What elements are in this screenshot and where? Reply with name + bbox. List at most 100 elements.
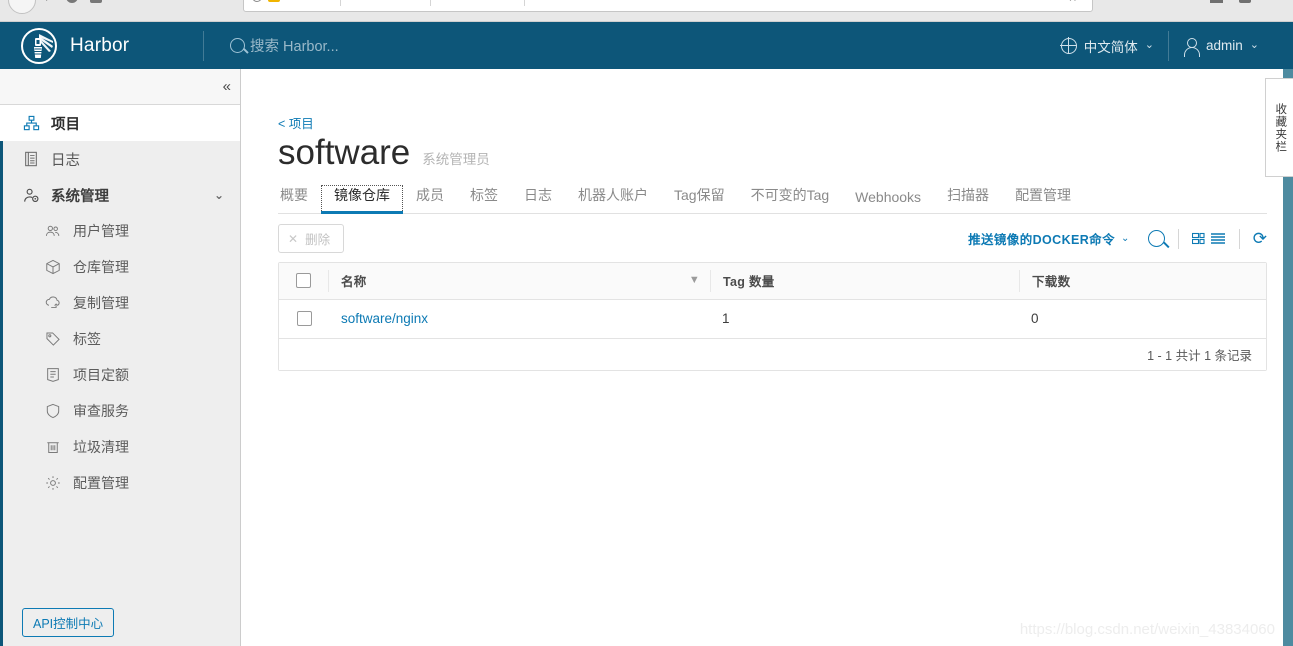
api-console-button[interactable]: API控制中心 (22, 608, 115, 637)
sidebar-item-project-quotas[interactable]: 项目定额 (0, 357, 240, 393)
extension-icon[interactable] (90, 0, 102, 3)
replication-icon (44, 294, 62, 312)
tab-summary[interactable]: 概要 (278, 185, 321, 213)
sidebar-item-garbage-collection[interactable]: 垃圾清理 (0, 429, 240, 465)
sidebar-item-label: 标签 (73, 331, 101, 347)
sidebar-item-labels[interactable]: 标签 (0, 321, 240, 357)
nav-divider (203, 30, 204, 61)
sidebar-item-label: 仓库管理 (73, 259, 129, 275)
delete-button[interactable]: ✕ 删除 (278, 224, 345, 253)
profile-icon[interactable] (66, 0, 78, 3)
language-label: 中文简体 (1083, 39, 1138, 55)
user-icon (1183, 37, 1200, 57)
tab-robot-accounts[interactable]: 机器人账户 (565, 185, 661, 213)
star-icon[interactable]: ☆ (1067, 0, 1078, 3)
shield-icon (44, 402, 62, 420)
account-label: admin (1206, 38, 1243, 53)
project-title-row: software 系统管理员 (278, 133, 1267, 173)
registry-icon (44, 258, 62, 276)
page-title: software (278, 133, 411, 172)
row-checkbox[interactable] (296, 311, 312, 326)
tab-immutable-tag[interactable]: 不可变的Tag (738, 185, 843, 213)
tab-logs[interactable]: 日志 (511, 185, 565, 213)
repository-toolbar: ✕ 删除 推送镜像的DOCKER命令 ⌄ ⟳ (278, 216, 1267, 262)
list-view-icon (1210, 233, 1225, 244)
browser-back-button[interactable] (8, 0, 36, 14)
table-pagination: 1 - 1 共计 1 条记录 (279, 338, 1266, 370)
tab-scanner[interactable]: 扫描器 (934, 185, 1002, 213)
admin-user-icon (22, 186, 40, 204)
column-header-label: Tag 数量 (723, 275, 775, 289)
account-menu[interactable]: admin ⌄ (1169, 37, 1273, 57)
sidebar-item-label: 日志 (51, 152, 80, 169)
tab-labels[interactable]: 标签 (457, 185, 511, 213)
sidebar-item-label: 垃圾清理 (73, 439, 129, 455)
tab-tag-retention[interactable]: Tag保留 (661, 185, 738, 213)
column-header-name[interactable]: 名称 ▼ (329, 271, 710, 290)
table-row[interactable]: software/nginx 1 0 (279, 300, 1266, 339)
warning-icon[interactable] (268, 0, 280, 2)
tab-members[interactable]: 成员 (403, 185, 457, 213)
cell-repository-name: software/nginx (329, 311, 710, 326)
column-header-downloads[interactable]: 下载数 (1019, 269, 1266, 292)
view-toggle[interactable] (1191, 231, 1226, 246)
sidebar-item-projects[interactable]: 项目 (0, 105, 240, 141)
tab-configuration[interactable]: 配置管理 (1002, 185, 1084, 213)
gear-icon (44, 474, 62, 492)
watermark: https://blog.csdn.net/weixin_43834060 (1019, 621, 1275, 638)
column-header-tag-count[interactable]: Tag 数量 (710, 269, 1019, 292)
chevron-down-icon[interactable]: ⌄ (1044, 0, 1052, 1)
repository-link[interactable]: software/nginx (341, 311, 428, 326)
browser-chrome: ‹ ⌄ ☆ (0, 0, 1293, 22)
sidebar-collapse-bar: « (0, 69, 240, 105)
column-header-label: 下载数 (1032, 275, 1071, 289)
search-icon[interactable] (1147, 230, 1165, 247)
quota-icon (44, 366, 62, 384)
sidebar-item-logs[interactable]: 日志 (0, 141, 240, 177)
close-x-icon: ✕ (288, 231, 299, 246)
back-arrow-icon[interactable]: ‹ (17, 0, 21, 4)
sidebar-item-configuration[interactable]: 配置管理 (0, 465, 240, 501)
sidebar-item-user-management[interactable]: 用户管理 (0, 213, 240, 249)
browser-url-bar[interactable]: ⌄ ☆ (243, 0, 1093, 12)
sidebar-item-registry-management[interactable]: 仓库管理 (0, 249, 240, 285)
breadcrumb[interactable]: < 项目 (278, 113, 1267, 132)
delete-button-label: 删除 (305, 233, 331, 247)
search-input[interactable]: 搜索 Harbor... (250, 35, 339, 56)
browser-side-tab[interactable]: 收藏夹栏 (1265, 78, 1293, 177)
refresh-icon[interactable]: ⟳ (1253, 230, 1267, 247)
select-all-checkbox[interactable] (296, 273, 311, 288)
brand-home-link[interactable]: Harbor (0, 22, 203, 69)
sidebar-item-replication-management[interactable]: 复制管理 (0, 285, 240, 321)
language-selector[interactable]: 中文简体 ⌄ (1047, 36, 1168, 56)
sidebar-item-administration[interactable]: 系统管理 ⌄ (0, 177, 240, 213)
toolbar-actions: 推送镜像的DOCKER命令 ⌄ ⟳ (968, 228, 1267, 249)
sidebar-item-label: 审查服务 (73, 403, 129, 419)
push-docker-command-button[interactable]: 推送镜像的DOCKER命令 ⌄ (968, 229, 1130, 248)
cell-tag-count: 1 (722, 311, 730, 326)
project-detail-page: < 项目 software 系统管理员 概要 镜像仓库 成员 标签 日志 机器人… (241, 69, 1293, 371)
sidebar-item-label: 复制管理 (73, 295, 129, 311)
sidebar: « 项目 日志 系统管理 ⌄ 用户管理 仓库管理 复制管理 标签 项目定额 审查… (0, 69, 241, 646)
chevron-down-icon[interactable]: ⌄ (214, 189, 224, 201)
repository-table: 名称 ▼ Tag 数量 下载数 software/nginx 1 0 1 - 1… (278, 261, 1267, 371)
tab-repositories[interactable]: 镜像仓库 (321, 184, 403, 214)
row-select-cell (279, 308, 329, 330)
cell-downloads: 0 (1031, 311, 1039, 326)
push-docker-command-label: 推送镜像的DOCKER命令 (968, 233, 1115, 247)
collections-icon[interactable] (1239, 0, 1251, 3)
pagination-summary: 1 - 1 共计 1 条记录 (1147, 348, 1252, 363)
forward-arrow-icon[interactable] (46, 0, 54, 1)
users-icon (44, 222, 62, 240)
globe-icon (1060, 37, 1078, 54)
collapse-sidebar-icon[interactable]: « (223, 79, 231, 94)
projects-icon (22, 114, 40, 132)
tab-webhooks[interactable]: Webhooks (842, 189, 934, 213)
sidebar-nav-list: 项目 日志 系统管理 ⌄ 用户管理 仓库管理 复制管理 标签 项目定额 审查服务… (0, 105, 240, 501)
sidebar-item-interrogation-services[interactable]: 审查服务 (0, 393, 240, 429)
lock-icon (252, 0, 262, 2)
toolbar-divider (1177, 228, 1179, 249)
downloads-icon[interactable] (1210, 0, 1223, 3)
global-search[interactable]: 搜索 Harbor... (230, 35, 1047, 56)
filter-icon[interactable]: ▼ (689, 275, 700, 286)
